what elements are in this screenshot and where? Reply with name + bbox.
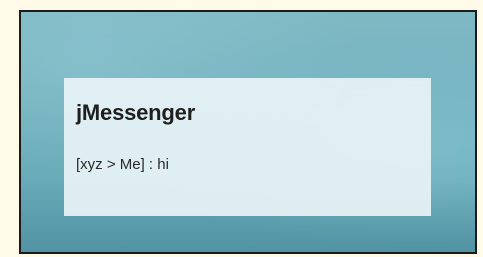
notification-title: jMessenger [76, 100, 196, 125]
app-window: jMessenger [xyz > Me] : hi [19, 10, 477, 254]
notification-panel[interactable]: jMessenger [xyz > Me] : hi [64, 78, 431, 216]
notification-message: [xyz > Me] : hi [76, 156, 169, 173]
